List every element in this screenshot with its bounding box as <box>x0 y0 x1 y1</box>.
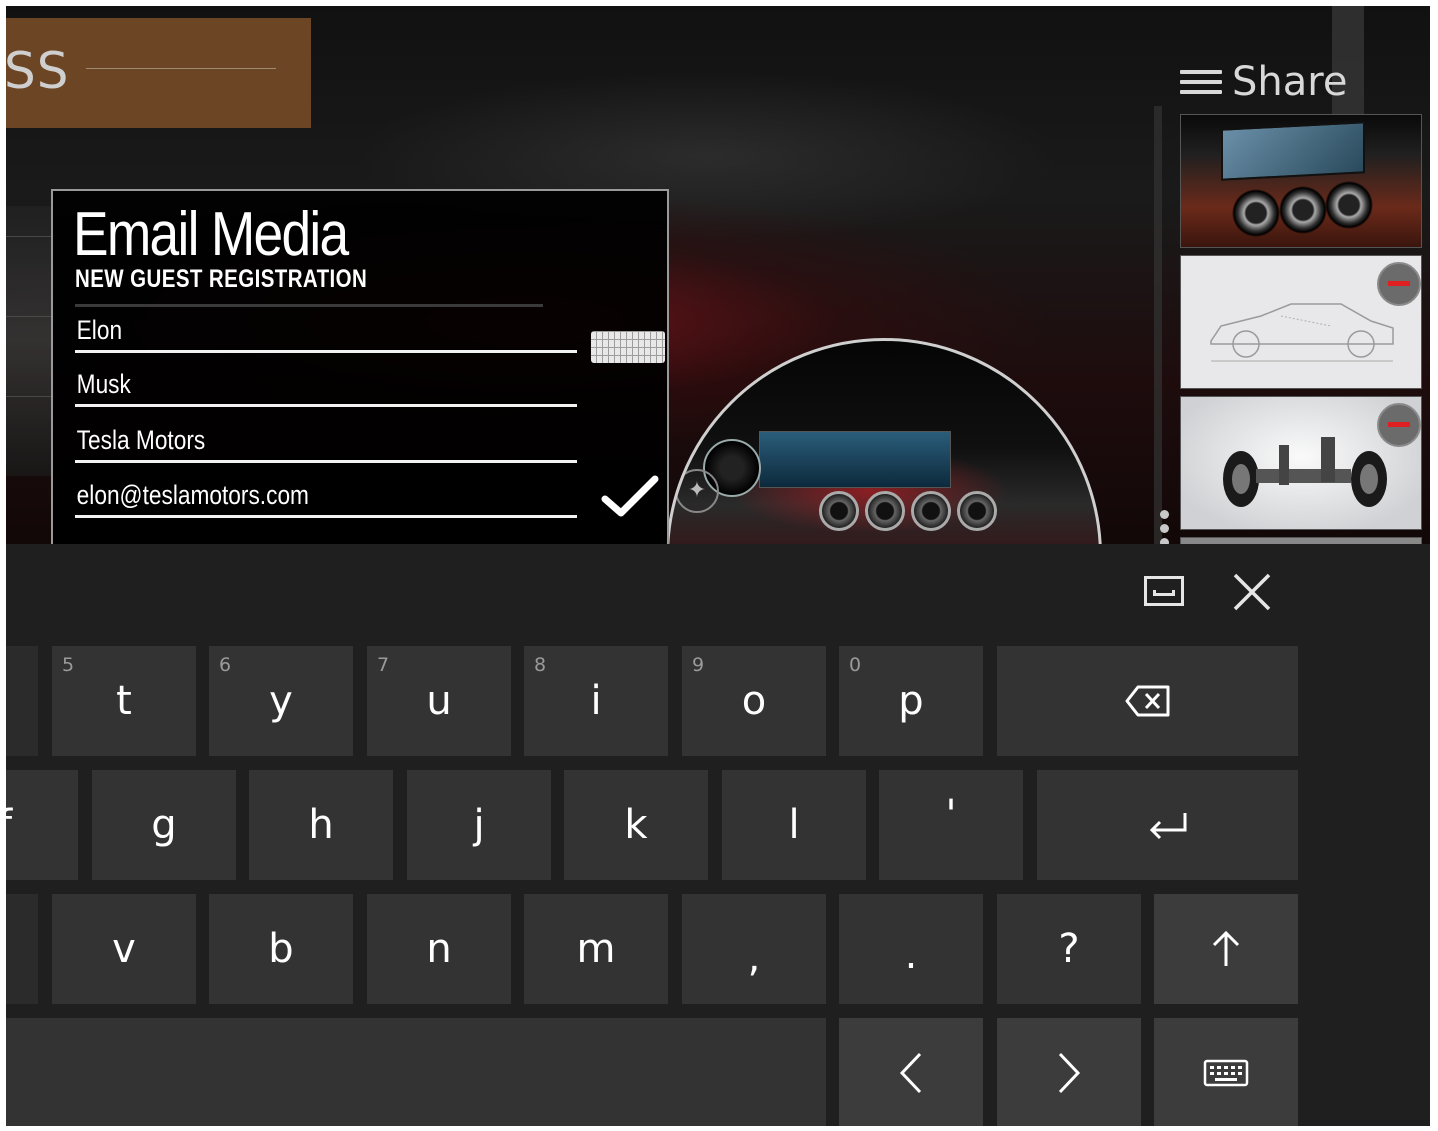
chevron-right-icon <box>1058 1052 1081 1094</box>
keyboard-icon[interactable] <box>591 331 665 363</box>
key-b[interactable]: b <box>209 894 353 1004</box>
key-label: , <box>747 935 761 981</box>
key-comma[interactable]: , <box>682 894 826 1004</box>
dock-icon[interactable] <box>1144 576 1184 606</box>
key-label: o <box>741 678 767 724</box>
remove-icon[interactable] <box>1377 262 1421 306</box>
left-arrow-key[interactable] <box>839 1018 983 1126</box>
car-blueprint-image <box>1210 303 1394 362</box>
key-label: i <box>590 678 602 724</box>
keyboard-layout-key[interactable] <box>1154 1018 1298 1126</box>
last-name-input[interactable] <box>75 369 501 400</box>
key-g[interactable]: g <box>92 770 236 880</box>
key-v[interactable]: v <box>52 894 196 1004</box>
first-name-input[interactable] <box>75 315 501 346</box>
dialog-title: Email Media <box>73 200 349 269</box>
key-u[interactable]: 7 u <box>367 646 511 756</box>
key-t[interactable]: 5 t <box>52 646 196 756</box>
key-partial-r[interactable] <box>6 646 38 756</box>
key-l[interactable]: l <box>722 770 866 880</box>
space-key[interactable] <box>6 1018 826 1126</box>
right-arrow-key[interactable] <box>997 1018 1141 1126</box>
touch-keyboard: 5 t 6 y 7 u 8 i 9 o 0 p g h j k l ' v b … <box>6 544 1430 1126</box>
email-media-dialog: Email Media NEW GUEST REGISTRATION <box>51 189 669 544</box>
key-label: t <box>116 678 132 724</box>
key-label: y <box>269 678 293 724</box>
key-question[interactable]: ? <box>997 894 1141 1004</box>
chevron-left-icon <box>899 1052 922 1094</box>
key-n[interactable]: n <box>367 894 511 1004</box>
first-name-field[interactable] <box>75 309 577 353</box>
key-label: b <box>268 926 294 972</box>
media-thumbnail-interior[interactable] <box>1180 114 1422 248</box>
key-label: k <box>624 802 648 848</box>
key-label: ' <box>945 792 957 838</box>
key-label: g <box>151 802 177 848</box>
navigation-screen-image <box>1221 121 1365 181</box>
dialog-subtitle: NEW GUEST REGISTRATION <box>75 265 368 293</box>
key-y[interactable]: 6 y <box>209 646 353 756</box>
key-label: v <box>112 926 136 972</box>
key-label: ? <box>1058 926 1080 972</box>
media-thumbnail-chassis[interactable] <box>1180 396 1422 530</box>
shift-up-arrow-icon <box>1212 930 1240 966</box>
subtitle-divider <box>75 304 543 307</box>
key-m[interactable]: m <box>524 894 668 1004</box>
dashboard-image[interactable]: ✦ <box>666 338 1102 544</box>
menu-icon[interactable] <box>1180 70 1222 94</box>
more-options-icon[interactable] <box>1160 510 1169 544</box>
brand-text: SS <box>6 42 70 100</box>
brand-tile[interactable]: SS <box>6 18 311 128</box>
key-partial-c[interactable] <box>6 894 38 1004</box>
shift-key[interactable] <box>1154 894 1298 1004</box>
key-label: . <box>904 932 918 978</box>
key-label: l <box>788 802 800 848</box>
backspace-key[interactable] <box>997 646 1298 756</box>
key-h[interactable]: h <box>249 770 393 880</box>
key-apostrophe[interactable]: ' <box>879 770 1023 880</box>
screen: SS ✦ Share Email Media NEW GUEST REGISTR… <box>6 6 1430 1126</box>
side-strip <box>6 206 54 476</box>
company-input[interactable] <box>75 425 501 456</box>
chassis-image <box>1223 437 1387 507</box>
keyboard-layout-icon <box>1203 1059 1249 1087</box>
steering-wheel-logo: ✦ <box>675 469 719 513</box>
key-label: p <box>898 678 924 724</box>
backspace-icon <box>1125 685 1169 717</box>
air-vents <box>819 491 997 531</box>
enter-icon <box>1149 813 1186 840</box>
enter-key[interactable] <box>1037 770 1298 880</box>
company-field[interactable] <box>75 419 577 463</box>
key-j[interactable]: j <box>407 770 551 880</box>
background-app: SS ✦ Share Email Media NEW GUEST REGISTR… <box>6 6 1430 544</box>
key-k[interactable]: k <box>564 770 708 880</box>
key-label: n <box>426 926 452 972</box>
key-p[interactable]: 0 p <box>839 646 983 756</box>
key-label: f <box>6 802 12 848</box>
email-field[interactable] <box>75 474 577 518</box>
media-thumbnail-partial[interactable] <box>1180 537 1422 544</box>
last-name-field[interactable] <box>75 363 577 407</box>
share-header[interactable]: Share <box>1180 59 1348 105</box>
dashboard-screen <box>759 431 951 488</box>
key-label: j <box>473 802 485 848</box>
remove-icon[interactable] <box>1377 403 1421 447</box>
media-thumbnail-blueprint[interactable] <box>1180 255 1422 389</box>
share-label: Share <box>1232 59 1348 105</box>
key-label: h <box>308 802 334 848</box>
key-o[interactable]: 9 o <box>682 646 826 756</box>
close-icon[interactable] <box>1232 572 1272 612</box>
key-i[interactable]: 8 i <box>524 646 668 756</box>
checkmark-icon[interactable] <box>599 473 661 521</box>
key-f[interactable]: f <box>6 770 78 880</box>
key-label: m <box>576 926 616 972</box>
panel-divider <box>1154 106 1162 544</box>
key-label: u <box>426 678 452 724</box>
key-period[interactable]: . <box>839 894 983 1004</box>
email-input[interactable] <box>75 480 501 511</box>
brand-divider <box>86 68 276 69</box>
